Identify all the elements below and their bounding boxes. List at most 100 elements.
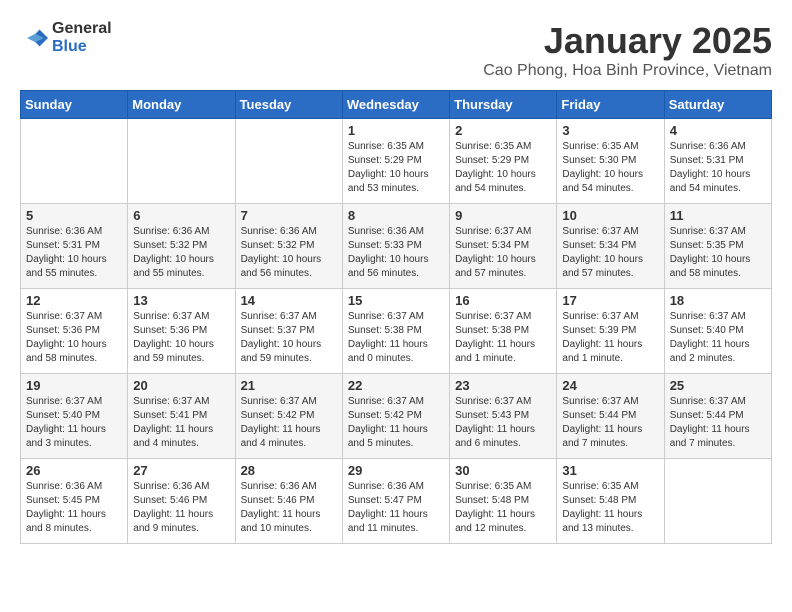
calendar-cell: 16 Sunrise: 6:37 AM Sunset: 5:38 PM Dayli… bbox=[450, 289, 557, 374]
day-number: 2 bbox=[455, 123, 551, 138]
day-info: Sunrise: 6:35 AM Sunset: 5:29 PM Dayligh… bbox=[348, 140, 444, 196]
calendar-title: January 2025 bbox=[483, 20, 772, 62]
day-number: 27 bbox=[133, 463, 229, 478]
calendar-cell: 7 Sunrise: 6:36 AM Sunset: 5:32 PM Daylig… bbox=[235, 204, 342, 289]
calendar-cell: 23Sunrise: 6:37 AM Sunset: 5:43 PM Dayli… bbox=[450, 374, 557, 459]
day-info: Sunrise: 6:37 AM Sunset: 5:37 PM Dayligh… bbox=[241, 310, 337, 366]
calendar-cell: 19Sunrise: 6:37 AM Sunset: 5:40 PM Dayli… bbox=[21, 374, 128, 459]
calendar-cell: 11 Sunrise: 6:37 AM Sunset: 5:35 PM Dayli… bbox=[664, 204, 771, 289]
day-info: Sunrise: 6:35 AM Sunset: 5:48 PM Dayligh… bbox=[562, 480, 658, 536]
day-info: Sunrise: 6:36 AM Sunset: 5:33 PM Dayligh… bbox=[348, 225, 444, 281]
weekday-header-friday: Friday bbox=[557, 91, 664, 119]
calendar-cell: 28 Sunrise: 6:36 AM Sunset: 5:46 PM Dayli… bbox=[235, 459, 342, 544]
calendar-cell: 1Sunrise: 6:35 AM Sunset: 5:29 PM Daylig… bbox=[342, 119, 449, 204]
day-info: Sunrise: 6:37 AM Sunset: 5:34 PM Dayligh… bbox=[455, 225, 551, 281]
calendar-cell: 17 Sunrise: 6:37 AM Sunset: 5:39 PM Dayli… bbox=[557, 289, 664, 374]
calendar-cell: 2 Sunrise: 6:35 AM Sunset: 5:29 PM Daylig… bbox=[450, 119, 557, 204]
weekday-header-sunday: Sunday bbox=[21, 91, 128, 119]
day-number: 28 bbox=[241, 463, 337, 478]
day-info: Sunrise: 6:37 AM Sunset: 5:36 PM Dayligh… bbox=[133, 310, 229, 366]
day-info: Sunrise: 6:35 AM Sunset: 5:48 PM Dayligh… bbox=[455, 480, 551, 536]
day-info: Sunrise: 6:36 AM Sunset: 5:32 PM Dayligh… bbox=[133, 225, 229, 281]
day-number: 6 bbox=[133, 208, 229, 223]
page-header: General Blue January 2025 Cao Phong, Hoa… bbox=[20, 20, 772, 80]
day-number: 12 bbox=[26, 293, 122, 308]
day-info: Sunrise: 6:37 AM Sunset: 5:35 PM Dayligh… bbox=[670, 225, 766, 281]
day-info: Sunrise: 6:36 AM Sunset: 5:46 PM Dayligh… bbox=[241, 480, 337, 536]
day-number: 13 bbox=[133, 293, 229, 308]
logo-icon bbox=[20, 24, 48, 52]
day-number: 26 bbox=[26, 463, 122, 478]
week-row-4: 19Sunrise: 6:37 AM Sunset: 5:40 PM Dayli… bbox=[21, 374, 772, 459]
calendar-cell bbox=[128, 119, 235, 204]
week-row-1: 1Sunrise: 6:35 AM Sunset: 5:29 PM Daylig… bbox=[21, 119, 772, 204]
day-number: 21 bbox=[241, 378, 337, 393]
calendar-cell: 4Sunrise: 6:36 AM Sunset: 5:31 PM Daylig… bbox=[664, 119, 771, 204]
calendar-cell: 18Sunrise: 6:37 AM Sunset: 5:40 PM Dayli… bbox=[664, 289, 771, 374]
day-number: 17 bbox=[562, 293, 658, 308]
calendar-cell bbox=[664, 459, 771, 544]
day-number: 15 bbox=[348, 293, 444, 308]
calendar-cell: 5Sunrise: 6:36 AM Sunset: 5:31 PM Daylig… bbox=[21, 204, 128, 289]
weekday-header-wednesday: Wednesday bbox=[342, 91, 449, 119]
day-number: 24 bbox=[562, 378, 658, 393]
day-info: Sunrise: 6:36 AM Sunset: 5:47 PM Dayligh… bbox=[348, 480, 444, 536]
day-info: Sunrise: 6:36 AM Sunset: 5:32 PM Dayligh… bbox=[241, 225, 337, 281]
calendar-cell: 14Sunrise: 6:37 AM Sunset: 5:37 PM Dayli… bbox=[235, 289, 342, 374]
calendar-cell: 20 Sunrise: 6:37 AM Sunset: 5:41 PM Dayli… bbox=[128, 374, 235, 459]
day-info: Sunrise: 6:35 AM Sunset: 5:30 PM Dayligh… bbox=[562, 140, 658, 196]
day-number: 25 bbox=[670, 378, 766, 393]
calendar-cell: 15Sunrise: 6:37 AM Sunset: 5:38 PM Dayli… bbox=[342, 289, 449, 374]
calendar-cell: 8 Sunrise: 6:36 AM Sunset: 5:33 PM Daylig… bbox=[342, 204, 449, 289]
day-number: 9 bbox=[455, 208, 551, 223]
day-info: Sunrise: 6:37 AM Sunset: 5:38 PM Dayligh… bbox=[455, 310, 551, 366]
calendar-cell: 25 Sunrise: 6:37 AM Sunset: 5:44 PM Dayli… bbox=[664, 374, 771, 459]
calendar-cell: 27Sunrise: 6:36 AM Sunset: 5:46 PM Dayli… bbox=[128, 459, 235, 544]
calendar-cell: 30 Sunrise: 6:35 AM Sunset: 5:48 PM Dayli… bbox=[450, 459, 557, 544]
day-info: Sunrise: 6:37 AM Sunset: 5:36 PM Dayligh… bbox=[26, 310, 122, 366]
week-row-5: 26 Sunrise: 6:36 AM Sunset: 5:45 PM Dayli… bbox=[21, 459, 772, 544]
weekday-header-saturday: Saturday bbox=[664, 91, 771, 119]
calendar-cell bbox=[235, 119, 342, 204]
day-number: 31 bbox=[562, 463, 658, 478]
day-number: 8 bbox=[348, 208, 444, 223]
day-number: 20 bbox=[133, 378, 229, 393]
day-info: Sunrise: 6:37 AM Sunset: 5:41 PM Dayligh… bbox=[133, 395, 229, 451]
day-info: Sunrise: 6:36 AM Sunset: 5:31 PM Dayligh… bbox=[670, 140, 766, 196]
weekday-header-row: SundayMondayTuesdayWednesdayThursdayFrid… bbox=[21, 91, 772, 119]
calendar-cell: 29 Sunrise: 6:36 AM Sunset: 5:47 PM Dayli… bbox=[342, 459, 449, 544]
day-info: Sunrise: 6:37 AM Sunset: 5:39 PM Dayligh… bbox=[562, 310, 658, 366]
day-number: 11 bbox=[670, 208, 766, 223]
day-info: Sunrise: 6:37 AM Sunset: 5:42 PM Dayligh… bbox=[348, 395, 444, 451]
day-info: Sunrise: 6:37 AM Sunset: 5:44 PM Dayligh… bbox=[670, 395, 766, 451]
week-row-2: 5Sunrise: 6:36 AM Sunset: 5:31 PM Daylig… bbox=[21, 204, 772, 289]
weekday-header-thursday: Thursday bbox=[450, 91, 557, 119]
day-number: 3 bbox=[562, 123, 658, 138]
calendar-cell bbox=[21, 119, 128, 204]
calendar-cell: 21Sunrise: 6:37 AM Sunset: 5:42 PM Dayli… bbox=[235, 374, 342, 459]
day-info: Sunrise: 6:35 AM Sunset: 5:29 PM Dayligh… bbox=[455, 140, 551, 196]
day-number: 18 bbox=[670, 293, 766, 308]
day-number: 30 bbox=[455, 463, 551, 478]
day-number: 29 bbox=[348, 463, 444, 478]
calendar-cell: 22 Sunrise: 6:37 AM Sunset: 5:42 PM Dayli… bbox=[342, 374, 449, 459]
calendar-cell: 13 Sunrise: 6:37 AM Sunset: 5:36 PM Dayli… bbox=[128, 289, 235, 374]
title-section: January 2025 Cao Phong, Hoa Binh Provinc… bbox=[483, 20, 772, 80]
calendar-cell: 9 Sunrise: 6:37 AM Sunset: 5:34 PM Daylig… bbox=[450, 204, 557, 289]
calendar-cell: 26 Sunrise: 6:36 AM Sunset: 5:45 PM Dayli… bbox=[21, 459, 128, 544]
calendar-cell: 24Sunrise: 6:37 AM Sunset: 5:44 PM Dayli… bbox=[557, 374, 664, 459]
day-number: 22 bbox=[348, 378, 444, 393]
calendar-subtitle: Cao Phong, Hoa Binh Province, Vietnam bbox=[483, 62, 772, 80]
day-number: 16 bbox=[455, 293, 551, 308]
weekday-header-monday: Monday bbox=[128, 91, 235, 119]
day-info: Sunrise: 6:37 AM Sunset: 5:43 PM Dayligh… bbox=[455, 395, 551, 451]
week-row-3: 12 Sunrise: 6:37 AM Sunset: 5:36 PM Dayli… bbox=[21, 289, 772, 374]
day-number: 7 bbox=[241, 208, 337, 223]
calendar-cell: 10Sunrise: 6:37 AM Sunset: 5:34 PM Dayli… bbox=[557, 204, 664, 289]
day-info: Sunrise: 6:36 AM Sunset: 5:45 PM Dayligh… bbox=[26, 480, 122, 536]
day-number: 19 bbox=[26, 378, 122, 393]
calendar-cell: 31 Sunrise: 6:35 AM Sunset: 5:48 PM Dayli… bbox=[557, 459, 664, 544]
day-number: 10 bbox=[562, 208, 658, 223]
weekday-header-tuesday: Tuesday bbox=[235, 91, 342, 119]
logo-text: General Blue bbox=[52, 20, 112, 56]
